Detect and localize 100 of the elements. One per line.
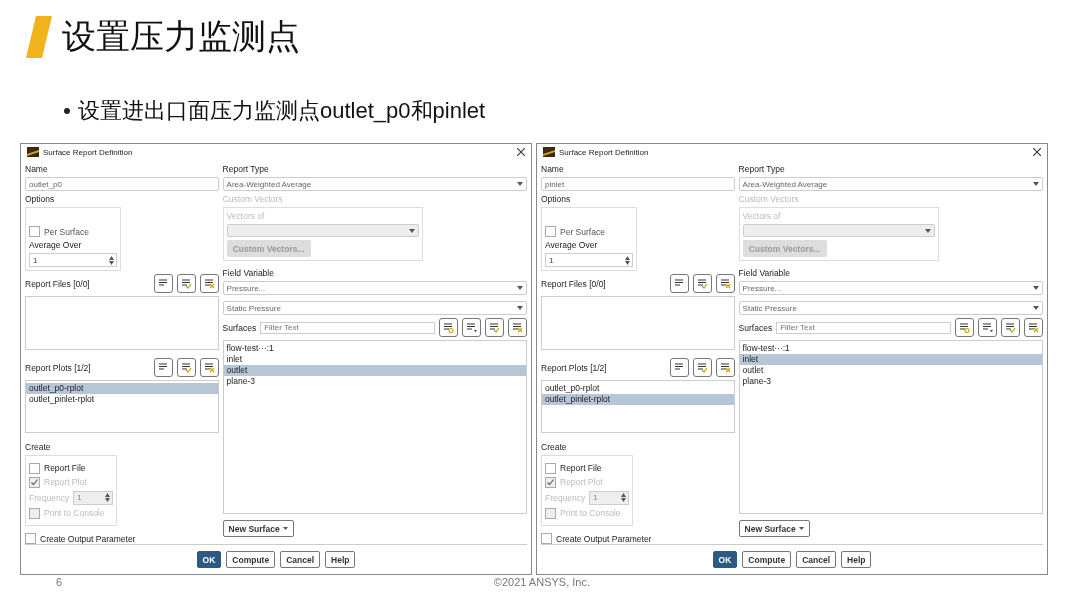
- list-item[interactable]: inlet: [223, 354, 526, 366]
- group-label: Custom Vectors: [222, 194, 284, 205]
- close-icon[interactable]: [1033, 148, 1041, 157]
- dialog-button[interactable]: Help: [325, 551, 356, 569]
- list-tool-button[interactable]: [485, 318, 504, 338]
- list-item[interactable]: plane-3: [739, 376, 1042, 388]
- checkbox[interactable]: [545, 462, 556, 474]
- dialog-button[interactable]: Compute: [742, 551, 792, 569]
- surfaces-list[interactable]: flow-test···:1 inlet outlet plane-3: [222, 340, 527, 515]
- new-surface-button[interactable]: New Surface: [738, 520, 810, 538]
- close-icon[interactable]: [517, 148, 525, 157]
- filter-field[interactable]: Filter Text: [776, 321, 951, 334]
- field-variable-dropdown[interactable]: Static Pressure: [222, 301, 527, 316]
- list-tool-button[interactable]: [439, 318, 458, 338]
- field-label: Average Over: [545, 240, 599, 251]
- list-item[interactable]: plane-3: [223, 376, 526, 388]
- spinner-arrows-icon[interactable]: [109, 255, 114, 265]
- dropdown-caret-icon: [1033, 182, 1039, 187]
- list-tool-button[interactable]: [1001, 318, 1020, 338]
- list-item[interactable]: outlet: [739, 365, 1042, 377]
- report-type-dropdown[interactable]: Area-Weighted Average: [222, 177, 527, 192]
- slide-title: 设置压力监测点: [62, 16, 300, 57]
- group-label: Custom Vectors: [738, 194, 800, 205]
- dialog-button[interactable]: Compute: [226, 551, 276, 569]
- report-plots-list[interactable]: outlet_p0-rplot outlet_pinlet-rplot: [25, 380, 219, 434]
- list-item[interactable]: outlet_pinlet-rplot: [542, 394, 734, 406]
- field-label: Field Variable: [222, 268, 275, 279]
- list-check-icon: [180, 362, 192, 374]
- app-logo-icon: [27, 147, 39, 158]
- group-label: Options: [25, 194, 56, 205]
- list-item[interactable]: flow-test···:1: [739, 343, 1042, 355]
- average-over-spinner[interactable]: 1: [545, 253, 633, 268]
- checkbox[interactable]: [25, 533, 36, 545]
- checkbox-label: Per Surface: [44, 226, 89, 237]
- list-item[interactable]: outlet_p0-rplot: [26, 383, 218, 395]
- list-circle-icon: [959, 322, 970, 334]
- dropdown-caret-icon: [1033, 306, 1039, 311]
- checkbox-label: Report File: [44, 463, 86, 474]
- report-plots-list[interactable]: outlet_p0-rplot outlet_pinlet-rplot: [541, 380, 735, 434]
- caret-icon: [282, 527, 288, 531]
- page-number: 6: [56, 576, 63, 590]
- list-label: Report Plots [1/2]: [541, 362, 607, 373]
- list-label: Surfaces: [738, 322, 773, 333]
- dropdown-caret-icon: [1033, 286, 1039, 291]
- group-label: Options: [541, 194, 572, 205]
- surfaces-list[interactable]: flow-test···:1 inlet outlet plane-3: [738, 340, 1043, 515]
- checkbox[interactable]: [545, 226, 556, 238]
- field-label: Vectors of: [742, 211, 782, 222]
- app-logo-icon: [543, 147, 555, 158]
- dialog-button[interactable]: Help: [841, 551, 872, 569]
- name-field[interactable]: pinlet: [541, 177, 735, 192]
- list-clear-icon: [719, 278, 731, 290]
- checkbox-label: Create Output Parameter: [40, 533, 136, 544]
- list-tool-button[interactable]: [1024, 318, 1043, 338]
- caret-icon: [798, 527, 804, 531]
- average-over-spinner[interactable]: 1: [29, 253, 117, 268]
- report-type-dropdown[interactable]: Area-Weighted Average: [738, 177, 1043, 192]
- field-variable-dropdown[interactable]: Pressure...: [738, 281, 1043, 296]
- list-label: Surfaces: [222, 322, 257, 333]
- list-tool-button[interactable]: [462, 318, 481, 338]
- list-check-icon: [696, 278, 708, 290]
- dropdown-caret-icon: [924, 228, 931, 233]
- dropdown-caret-icon: [408, 228, 415, 233]
- name-field[interactable]: outlet_p0: [25, 177, 219, 192]
- list-item[interactable]: outlet: [223, 365, 526, 377]
- list-tool-button[interactable]: [978, 318, 997, 338]
- field-label: Field Variable: [738, 268, 791, 279]
- copyright-text: ©2021 ANSYS, Inc.: [493, 576, 590, 590]
- list-item[interactable]: outlet_pinlet-rplot: [26, 394, 218, 406]
- spinner-arrows-icon[interactable]: [625, 255, 630, 265]
- checkbox[interactable]: [541, 533, 552, 545]
- filter-field[interactable]: Filter Text: [260, 321, 435, 334]
- dialog-button[interactable]: OK: [196, 551, 222, 569]
- spinner-arrows-icon[interactable]: [105, 493, 110, 503]
- field-label: Vectors of: [226, 211, 266, 222]
- dropdown-caret-icon: [517, 182, 523, 187]
- list-caret-icon: [982, 322, 993, 334]
- dropdown-caret-icon: [517, 306, 523, 311]
- list-item[interactable]: inlet: [739, 354, 1042, 366]
- dialog-button[interactable]: Cancel: [280, 551, 320, 569]
- checkbox-label: Per Surface: [560, 226, 605, 237]
- spinner-arrows-icon[interactable]: [621, 493, 626, 503]
- field-label: Report Type: [222, 164, 270, 175]
- list-tool-button[interactable]: [508, 318, 527, 338]
- field-variable-dropdown[interactable]: Pressure...: [222, 281, 527, 296]
- bullet-text: 设置进出口面压力监测点outlet_p0和pinlet: [78, 97, 486, 125]
- new-surface-button[interactable]: New Surface: [222, 520, 294, 538]
- list-clear-icon: [203, 278, 215, 290]
- field-variable-dropdown[interactable]: Static Pressure: [738, 301, 1043, 316]
- list-item[interactable]: outlet_p0-rplot: [542, 383, 734, 395]
- list-label: Report Plots [1/2]: [25, 362, 91, 373]
- checkbox[interactable]: [29, 462, 40, 474]
- list-clear-icon: [203, 362, 215, 374]
- dialog-button[interactable]: OK: [712, 551, 738, 569]
- list-caret-icon: [466, 322, 477, 334]
- checkbox-label: Print to Console: [44, 508, 105, 519]
- checkbox[interactable]: [29, 226, 40, 238]
- list-item[interactable]: flow-test···:1: [223, 343, 526, 355]
- list-tool-button[interactable]: [955, 318, 974, 338]
- dialog-button[interactable]: Cancel: [796, 551, 836, 569]
